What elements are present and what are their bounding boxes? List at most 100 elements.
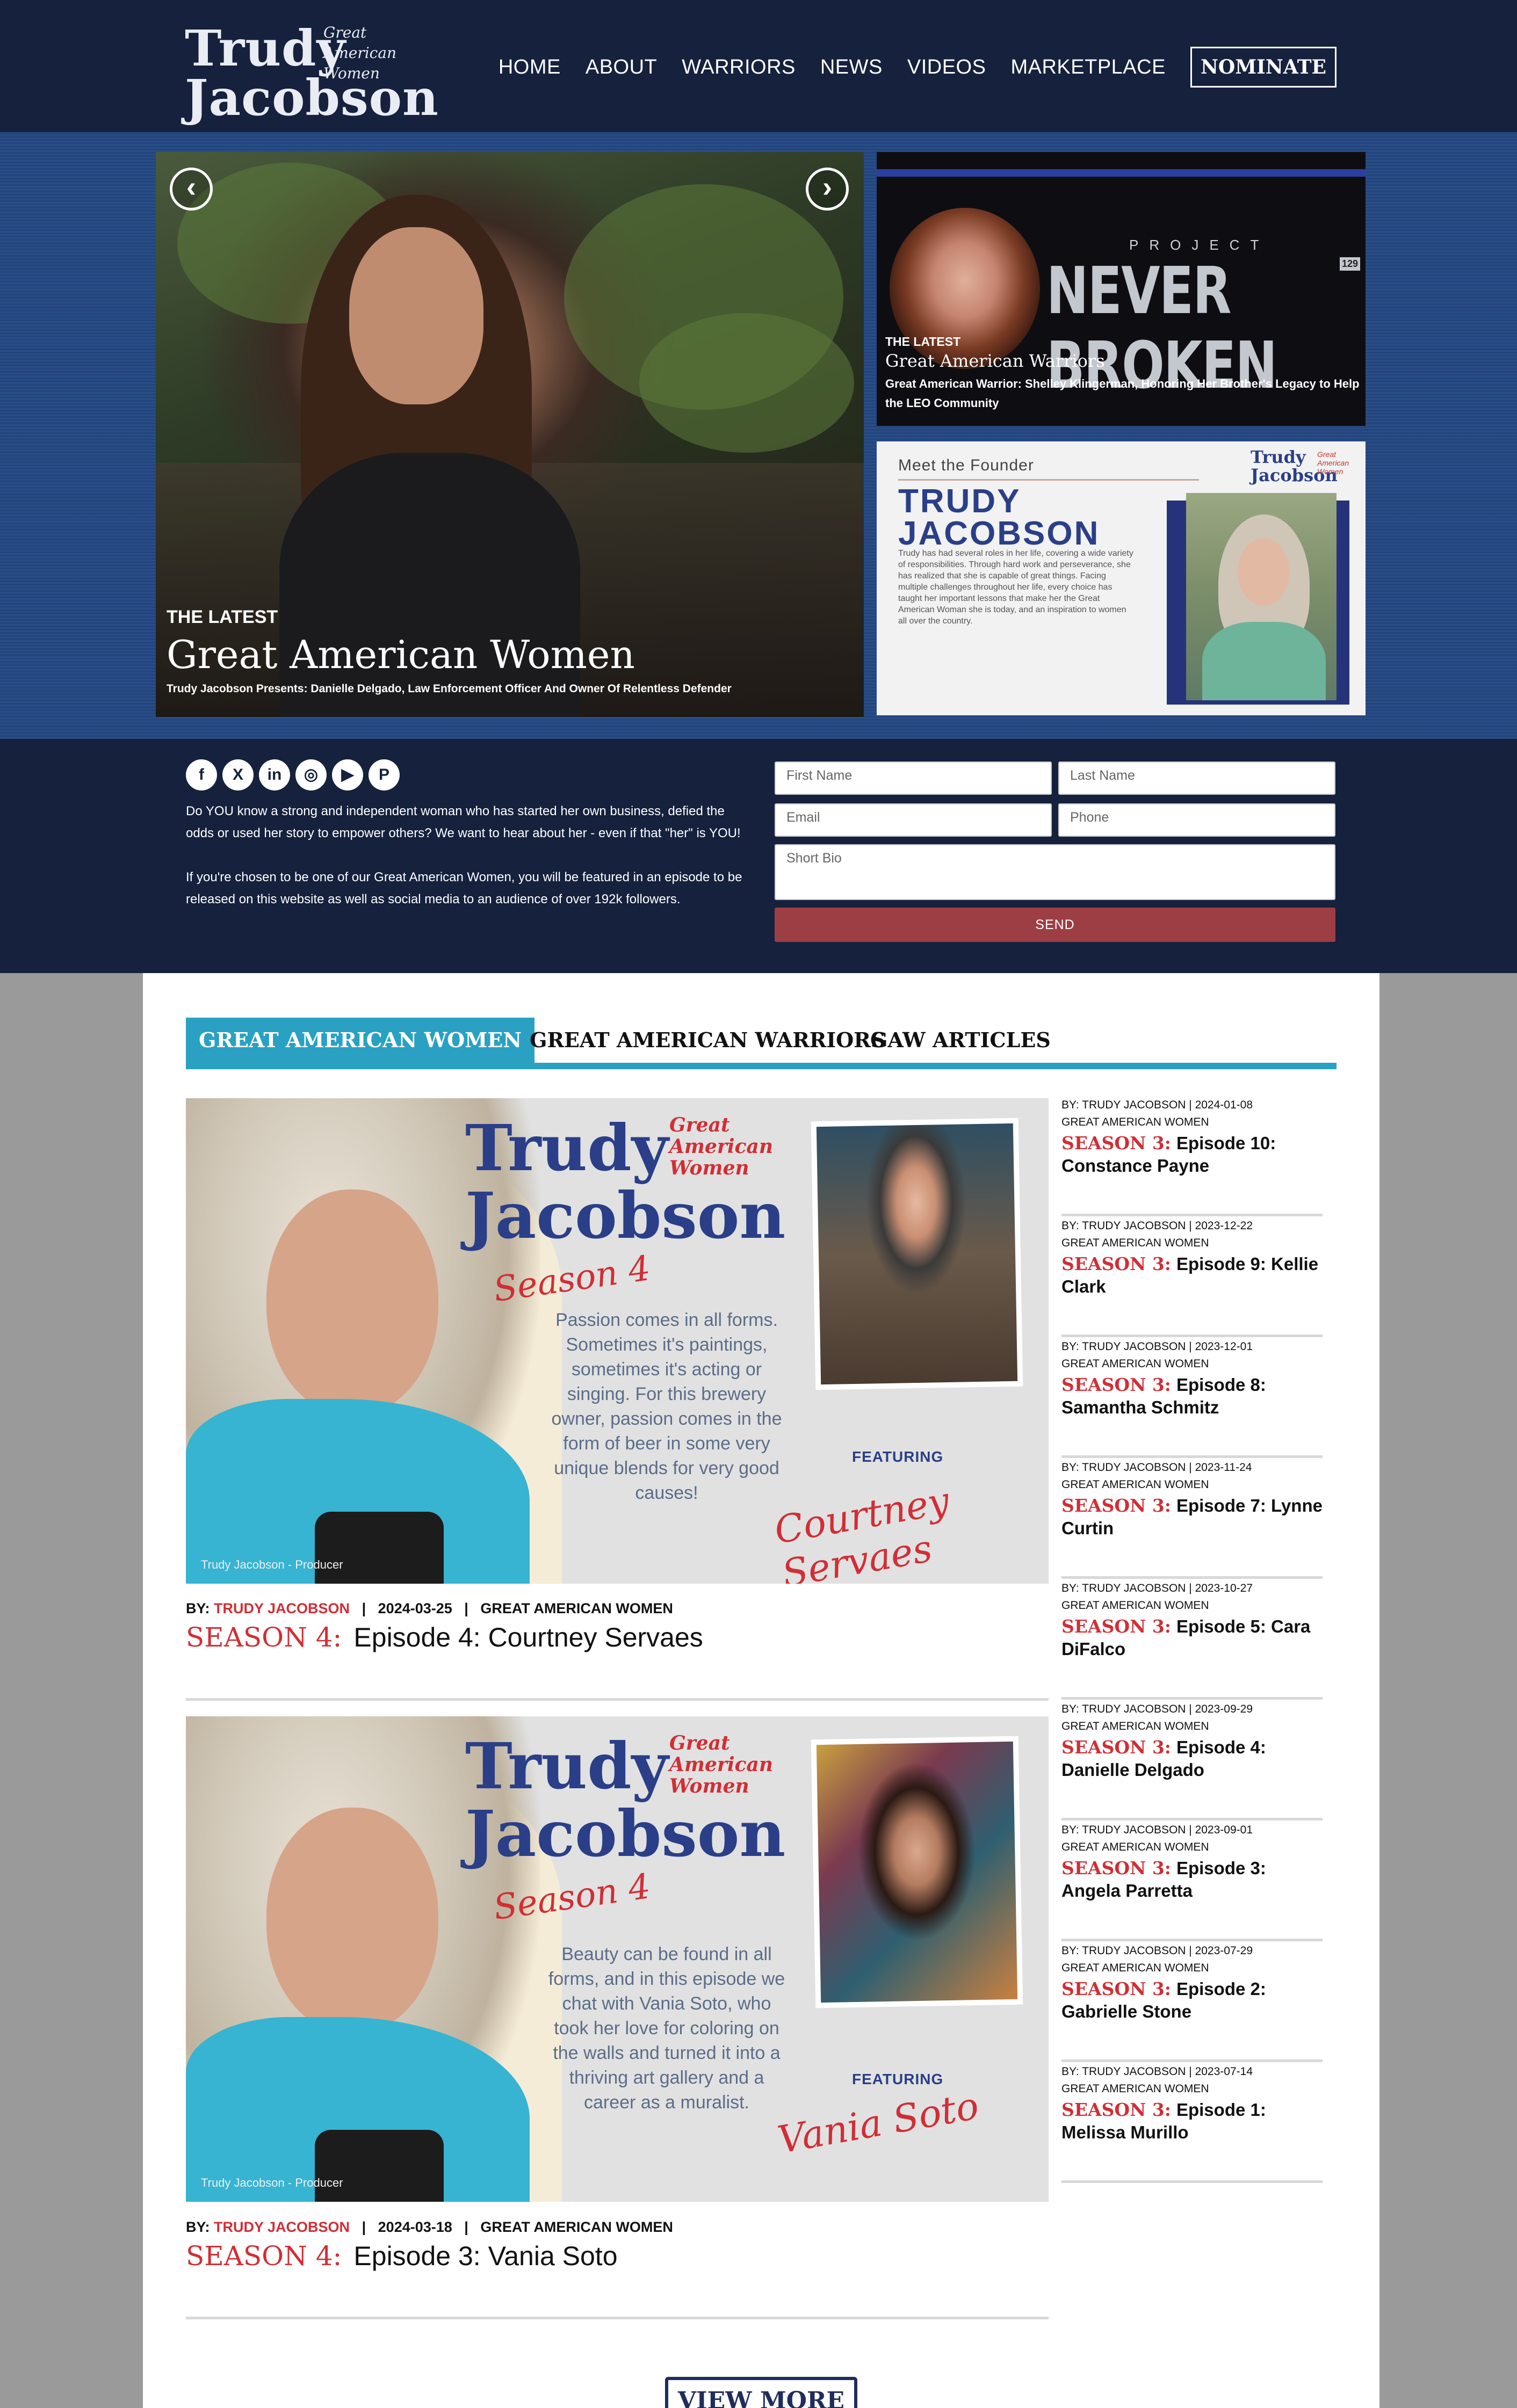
category-tabs: GREAT AMERICAN WOMEN GREAT AMERICAN WARR… [186,1018,1337,1069]
nav-marketplace[interactable]: MARKETPLACE [1010,56,1165,79]
view-more-button[interactable]: VIEW MORE [665,2377,857,2408]
hero-main-caption: THE LATEST Great American Women Trudy Ja… [167,607,859,695]
episode-thumbnail[interactable]: Trudy Jacobson - Producer Trudy Jacobson… [186,1716,1049,2202]
phone-field[interactable]: Phone [1058,803,1335,837]
sidebar-title[interactable]: SEASON 3: Episode 2: Gabrielle Stone [1061,1978,1323,2023]
episode-date: 2024-03-18 [378,2219,452,2235]
sidebar-title[interactable]: SEASON 3: Episode 9: Kellie Clark [1061,1253,1323,1298]
sidebar-title[interactable]: SEASON 3: Episode 10: Constance Payne [1061,1132,1323,1177]
guest-signature: Courtney Servaes [771,1478,953,1584]
sidebar-episode[interactable]: BY: TRUDY JACOBSON | 2023-09-29 GREAT AM… [1061,1700,1323,1820]
season-label: SEASON 3: [1061,1495,1171,1516]
sidebar-meta: BY: TRUDY JACOBSON | 2024-01-08 [1061,1099,1253,1111]
coffee-mug [315,1512,444,1584]
facebook-icon[interactable]: f [186,759,217,790]
person-face [349,227,483,404]
guest-photo-frame [811,1118,1023,1390]
hero-card-founder[interactable]: Meet the Founder TRUDY JACOBSON Trudy ha… [877,441,1366,715]
sidebar-title[interactable]: SEASON 3: Episode 3: Angela Parretta [1061,1857,1323,1902]
photo-body [1202,622,1326,700]
sidebar-episode[interactable]: BY: TRUDY JACOBSON | 2023-09-01 GREAT AM… [1061,1820,1323,1941]
thumbnail-logo: Trudy Jacobson [465,1111,786,1253]
sidebar-episode[interactable]: BY: TRUDY JACOBSON | 2023-12-22 GREAT AM… [1061,1216,1323,1337]
founder-meet-label: Meet the Founder [898,456,1034,474]
sidebar-meta: BY: TRUDY JACOBSON | 2023-09-01 [1061,1824,1253,1836]
nominate-button[interactable]: NOMINATE [1190,47,1337,88]
sidebar-category: GREAT AMERICAN WOMEN [1061,1720,1209,1732]
sidebar-episode[interactable]: BY: TRUDY JACOBSON | 2023-07-29 GREAT AM… [1061,1941,1323,2062]
nav-news[interactable]: NEWS [820,56,883,79]
founder-bio: Trudy has had several roles in her life,… [898,549,1133,626]
divider [1061,2180,1323,2183]
sidebar-title[interactable]: SEASON 3: Episode 1: Melissa Murillo [1061,2099,1323,2144]
sidebar-episode[interactable]: BY: TRUDY JACOBSON | 2023-10-27 GREAT AM… [1061,1579,1323,1700]
foliage [639,313,854,453]
author-link[interactable]: TRUDY JACOBSON [214,1600,350,1616]
episode-title-text[interactable]: Episode 3: Vania Soto [353,2241,617,2271]
episode-blurb: Passion comes in all forms. Sometimes it… [551,1310,782,1503]
nav-warriors[interactable]: WARRIORS [682,56,796,79]
guest-photo-frame [811,1736,1023,2008]
host-face [266,1808,438,2033]
nav-about[interactable]: ABOUT [586,56,657,79]
tab-gaw-articles[interactable]: GAW ARTICLES [857,1018,1064,1063]
photo-face [1238,538,1289,606]
warriors-subtitle[interactable]: Great American Warrior: Shelley Klingerm… [885,374,1366,413]
tab-great-american-warriors[interactable]: GREAT AMERICAN WARRIORS [517,1018,898,1063]
slider-next-arrow-icon[interactable]: › [806,168,849,211]
founder-mini-tag: Great American Women [1317,450,1349,476]
hero-card-warriors[interactable]: PROJECT NEVER BROKEN 129 THE LATEST Grea… [877,152,1366,426]
sidebar-meta: BY: TRUDY JACOBSON | 2023-11-24 [1061,1461,1252,1474]
nominate-copy: Do YOU know a strong and independent wom… [186,800,750,910]
sidebar-category: GREAT AMERICAN WOMEN [1061,1599,1209,1612]
episode-blurb: Beauty can be found in all forms, and in… [548,1944,785,2113]
last-name-field[interactable]: Last Name [1058,761,1335,795]
sidebar-category: GREAT AMERICAN WOMEN [1061,1237,1209,1249]
pinterest-icon[interactable]: P [369,759,400,790]
nominate-paragraph-1: Do YOU know a strong and independent wom… [186,804,741,840]
episode-date: 2024-03-25 [378,1600,452,1616]
episode-title[interactable]: SEASON 4: Episode 4: Courtney Servaes [186,1622,703,1653]
site-logo[interactable]: Trudy Jacobson Great American Women [185,19,438,127]
sidebar-episode[interactable]: BY: TRUDY JACOBSON | 2023-12-01 GREAT AM… [1061,1337,1323,1458]
hero-main-title[interactable]: Great American Women [167,632,859,677]
nav-home[interactable]: HOME [499,56,561,79]
hero-main-subtitle[interactable]: Trudy Jacobson Presents: Danielle Delgad… [167,683,859,695]
first-name-field[interactable]: First Name [775,761,1052,795]
sidebar-meta: BY: TRUDY JACOBSON | 2023-07-14 [1061,2065,1253,2078]
featuring-label: FEATURING [852,2071,944,2087]
by-label: BY: [186,1600,210,1616]
sidebar-title[interactable]: SEASON 3: Episode 4: Danielle Delgado [1061,1736,1323,1781]
send-button[interactable]: SEND [775,908,1335,942]
sidebar-episode[interactable]: BY: TRUDY JACOBSON | 2023-11-24 GREAT AM… [1061,1458,1323,1579]
project-label: PROJECT [1129,237,1270,253]
founder-name: TRUDY JACOBSON [898,483,1100,552]
separator: | [456,2219,476,2235]
nav-videos[interactable]: VIDEOS [907,56,986,79]
episode-category[interactable]: GREAT AMERICAN WOMEN [480,2219,673,2235]
short-bio-field[interactable]: Short Bio [775,844,1335,900]
warriors-title[interactable]: Great American Warriors [885,351,1105,371]
sidebar-episode[interactable]: BY: TRUDY JACOBSON | 2023-07-14 GREAT AM… [1061,2062,1323,2183]
host-face [266,1190,438,1415]
episode-title-text[interactable]: Episode 4: Courtney Servaes [353,1622,703,1652]
sidebar-episode[interactable]: BY: TRUDY JACOBSON | 2024-01-08 GREAT AM… [1061,1096,1323,1216]
instagram-icon[interactable]: ◎ [295,759,327,790]
email-field[interactable]: Email [775,803,1052,837]
sidebar-category: GREAT AMERICAN WOMEN [1061,1962,1209,1974]
sidebar-title[interactable]: SEASON 3: Episode 5: Cara DiFalco [1061,1615,1323,1660]
author-link[interactable]: TRUDY JACOBSON [214,2219,350,2235]
episode-title[interactable]: SEASON 4: Episode 3: Vania Soto [186,2240,618,2272]
episode-meta: BY: TRUDY JACOBSON | 2024-03-18 | GREAT … [186,2219,673,2236]
sidebar-title[interactable]: SEASON 3: Episode 7: Lynne Curtin [1061,1495,1323,1540]
slider-prev-arrow-icon[interactable]: ‹ [170,168,213,211]
hero-main-eyebrow: THE LATEST [167,607,278,627]
social-links: f X in ◎ ▶ P [186,759,400,790]
youtube-icon[interactable]: ▶ [332,759,363,790]
tab-great-american-women[interactable]: GREAT AMERICAN WOMEN [186,1018,535,1063]
linkedin-icon[interactable]: in [259,759,290,790]
x-twitter-icon[interactable]: X [222,759,254,790]
episode-category[interactable]: GREAT AMERICAN WOMEN [480,1600,673,1616]
sidebar-title[interactable]: SEASON 3: Episode 8: Samantha Schmitz [1061,1374,1323,1419]
episode-thumbnail[interactable]: Trudy Jacobson - Producer Trudy Jacobson… [186,1098,1049,1584]
